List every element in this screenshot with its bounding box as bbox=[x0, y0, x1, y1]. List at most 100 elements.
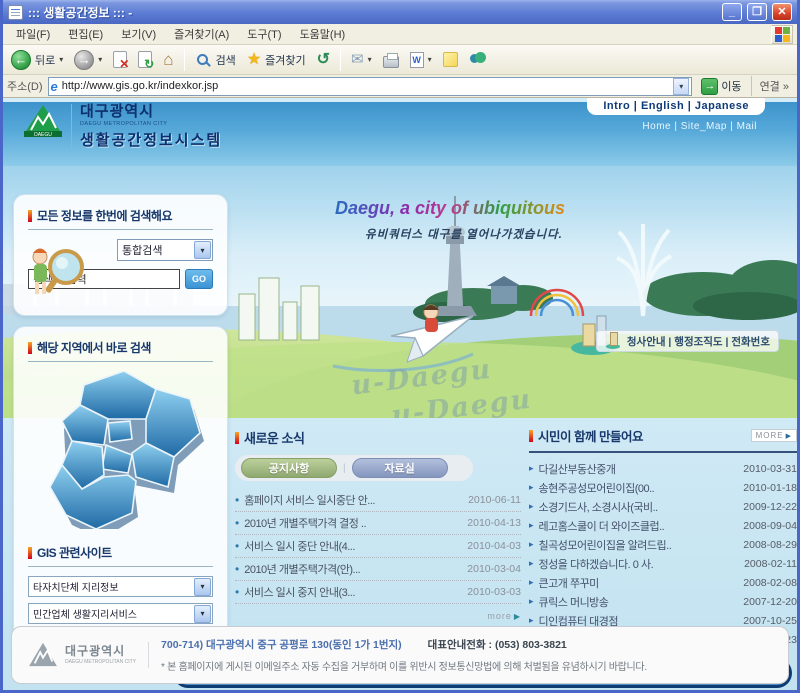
hero-slogan-ko: 유비쿼터스 대구를 열어나가겠습니다. bbox=[365, 226, 563, 242]
tab-archive[interactable]: 자료실 bbox=[352, 458, 448, 478]
links-toolbar[interactable]: 연결 » bbox=[751, 76, 793, 96]
city-hall-links[interactable]: 청사안내 | 행정조직도 | 전화번호 bbox=[596, 330, 779, 352]
discuss-button[interactable] bbox=[439, 50, 462, 69]
favorites-button[interactable]: ★ 즐겨찾기 bbox=[243, 50, 310, 70]
go-button[interactable]: → 이동 bbox=[697, 77, 745, 96]
site-logo[interactable]: DAEGU 대구광역시 DAEGU METROPOLITAN CITY 생활공간… bbox=[23, 104, 222, 150]
menu-tools[interactable]: 도구(T) bbox=[238, 24, 290, 44]
section-bullet bbox=[28, 547, 32, 559]
citizen-item[interactable]: ▸ 칠곡성모어린이집을 알려드립.. 2008-08-29 bbox=[529, 535, 797, 554]
mail-button[interactable]: ✉ ▾ bbox=[347, 50, 376, 69]
news-item[interactable]: • 2010년 개별주택가격(안)... 2010-03-04 bbox=[235, 558, 521, 581]
url-input[interactable] bbox=[62, 80, 670, 92]
refresh-button[interactable]: ↻ bbox=[134, 49, 156, 70]
news-item-date: 2010-04-13 bbox=[467, 517, 521, 529]
region-panel-title: 해당 지역에서 바로 검색 bbox=[37, 339, 151, 356]
gis-site-select-municipal[interactable]: 타자치단체 지리정보 ▾ bbox=[28, 576, 213, 597]
address-field[interactable]: e ▾ bbox=[48, 77, 693, 96]
city-hall-links-label: 청사안내 | 행정조직도 | 전화번호 bbox=[627, 334, 770, 349]
language-links[interactable]: Intro | English | Japanese bbox=[587, 98, 765, 115]
gis-site-select-private[interactable]: 민간업체 생활지리서비스 ▾ bbox=[28, 603, 213, 624]
minimize-button[interactable]: _ bbox=[722, 3, 742, 21]
citizen-item[interactable]: ▸ 송현주공성모어린이집(00.. 2010-01-18 bbox=[529, 478, 797, 497]
more-label: MORE bbox=[756, 431, 784, 440]
footer-address: 700-714) 대구광역시 중구 공평로 130(동인 1가 1번지) bbox=[161, 637, 402, 652]
news-item-title: 2010년 개별주택가격 결정 .. bbox=[244, 515, 461, 531]
citizen-item[interactable]: ▸ 큐릭스 머니방송 2007-12-20 bbox=[529, 592, 797, 611]
menu-help[interactable]: 도움말(H) bbox=[291, 24, 355, 44]
citizen-item[interactable]: ▸ 정성을 다하겠습니다. 0 사. 2008-02-11 bbox=[529, 554, 797, 573]
citizen-item[interactable]: ▸ 큰고개 쭈꾸미 2008-02-08 bbox=[529, 573, 797, 592]
url-dropdown-icon[interactable]: ▾ bbox=[673, 78, 689, 95]
toolbar-separator bbox=[340, 49, 341, 71]
messenger-icon bbox=[469, 52, 487, 68]
daegu-district-map[interactable] bbox=[32, 371, 210, 529]
citizen-more-button[interactable]: MORE ▶ bbox=[751, 429, 797, 442]
building-icon bbox=[605, 333, 621, 349]
history-button[interactable]: ↺ bbox=[313, 50, 334, 70]
home-button[interactable]: ⌂ bbox=[159, 49, 177, 70]
edit-word-icon: W bbox=[410, 52, 424, 68]
search-button[interactable]: 검색 bbox=[191, 50, 240, 70]
citizen-item-date: 2007-12-20 bbox=[743, 596, 797, 608]
quick-links[interactable]: Home | Site_Map | Mail bbox=[642, 121, 757, 132]
menu-favorites[interactable]: 즐겨찾기(A) bbox=[165, 24, 238, 44]
tab-notice[interactable]: 공지사항 bbox=[241, 458, 337, 478]
menu-bar: 파일(F) 편집(E) 보기(V) 즐겨찾기(A) 도구(T) 도움말(H) bbox=[3, 24, 797, 45]
edit-dropdown-icon[interactable]: ▾ bbox=[428, 55, 432, 64]
forward-button[interactable]: → ▾ bbox=[70, 48, 106, 72]
messenger-button[interactable] bbox=[465, 50, 491, 70]
go-arrow-icon: → bbox=[701, 78, 718, 95]
search-label: 검색 bbox=[216, 52, 236, 68]
news-item-title: 서비스 일시 중단 안내(4... bbox=[244, 538, 461, 554]
citizen-item[interactable]: ▸ 소경기드사, 소경시사(국비.. 2009-12-22 bbox=[529, 497, 797, 516]
bullet-icon: ▸ bbox=[529, 559, 534, 568]
print-button[interactable] bbox=[379, 50, 403, 70]
back-dropdown-icon[interactable]: ▾ bbox=[59, 55, 63, 64]
close-button[interactable]: ✕ bbox=[772, 3, 792, 21]
back-button[interactable]: ← 뒤로 ▾ bbox=[7, 48, 67, 72]
search-category-dropdown-icon[interactable]: ▾ bbox=[194, 241, 211, 259]
news-item[interactable]: • 홈페이지 서비스 일시중단 안... 2010-06-11 bbox=[235, 489, 521, 512]
menu-edit[interactable]: 편집(E) bbox=[59, 24, 112, 44]
news-item[interactable]: • 서비스 일시 중단 안내(4... 2010-04-03 bbox=[235, 535, 521, 558]
news-item[interactable]: • 2010년 개별주택가격 결정 .. 2010-04-13 bbox=[235, 512, 521, 535]
citizen-item[interactable]: ▸ 다길산부동산중개 2010-03-31 bbox=[529, 459, 797, 478]
stop-button[interactable]: ✕ bbox=[109, 49, 131, 70]
news-more-button[interactable]: more ▶ bbox=[487, 611, 521, 621]
bullet-icon: ▸ bbox=[529, 521, 534, 530]
print-icon bbox=[383, 56, 399, 68]
footer-phone: 대표안내전화 : (053) 803-3821 bbox=[428, 637, 567, 652]
sticky-note-icon bbox=[443, 52, 458, 67]
address-label: 주소(D) bbox=[7, 78, 43, 94]
logo-system-name: 생활공간정보시스템 bbox=[80, 129, 222, 150]
citizen-item-date: 2009-12-22 bbox=[743, 501, 797, 513]
news-item[interactable]: • 서비스 일시 중지 안내(3... 2010-03-03 bbox=[235, 581, 521, 604]
hero-slogan-en: Daegu, a city of ubiquitous bbox=[335, 198, 565, 219]
search-go-button[interactable]: GO bbox=[185, 269, 213, 289]
gis-select-dropdown-icon[interactable]: ▾ bbox=[194, 578, 211, 596]
citizen-item[interactable]: ▸ 레고홈스쿨이 더 와이즈클럽.. 2008-09-04 bbox=[529, 516, 797, 535]
citizen-item-date: 2008-02-11 bbox=[744, 558, 797, 570]
news-item-title: 홈페이지 서비스 일시중단 안... bbox=[244, 492, 462, 508]
gis-select-dropdown-icon[interactable]: ▾ bbox=[194, 605, 211, 623]
footer-email-notice: * 본 홈페이지에 게시된 이메일주소 자동 수집을 거부하며 이를 위반시 정… bbox=[161, 658, 772, 673]
footer-city-name: 대구광역시 bbox=[65, 645, 136, 658]
citizen-item-date: 2008-09-04 bbox=[743, 520, 797, 532]
citizen-board-section: 시민이 함께 만들어요 MORE ▶ ▸ 다길산부동산중개 2010-03-31… bbox=[529, 426, 797, 649]
edit-button[interactable]: W ▾ bbox=[406, 50, 436, 70]
window-title: ::: 생활공간정보 ::: - bbox=[28, 4, 717, 21]
search-category-select[interactable]: 통합검색 ▾ bbox=[117, 239, 213, 261]
citizen-item-date: 2010-03-31 bbox=[743, 463, 797, 475]
daegu-logo-icon: DAEGU bbox=[23, 104, 63, 138]
menu-view[interactable]: 보기(V) bbox=[112, 24, 165, 44]
bullet-icon: • bbox=[235, 517, 239, 529]
bullet-icon: ▸ bbox=[529, 616, 534, 625]
menu-file[interactable]: 파일(F) bbox=[7, 24, 59, 44]
forward-dropdown-icon[interactable]: ▾ bbox=[98, 55, 102, 64]
bullet-icon: ▸ bbox=[529, 502, 534, 511]
news-item-date: 2010-03-04 bbox=[467, 563, 521, 575]
maximize-button[interactable]: ❒ bbox=[747, 3, 767, 21]
mail-dropdown-icon[interactable]: ▾ bbox=[368, 55, 372, 64]
bullet-icon: • bbox=[235, 540, 239, 552]
